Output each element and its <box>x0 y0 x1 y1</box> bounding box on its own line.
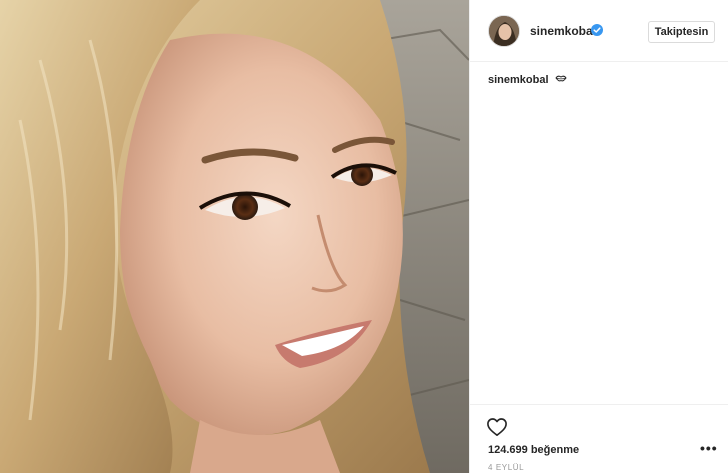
avatar-image <box>489 16 519 46</box>
post-footer: 124.699 beğenme 4 EYLÜL ••• <box>470 404 728 473</box>
username-link[interactable]: sinemkobal <box>530 24 596 38</box>
caption-username-link[interactable]: sinemkobal <box>488 74 549 86</box>
following-button[interactable]: Takiptesin <box>648 21 715 43</box>
caption: sinemkobal <box>488 74 567 86</box>
more-options-icon[interactable]: ••• <box>700 441 717 459</box>
selfie-image <box>0 0 469 473</box>
post-sidebar: sinemkobal Takiptesin sinemkobal 124.699… <box>469 0 728 473</box>
post-header: sinemkobal Takiptesin <box>470 0 728 62</box>
post-date[interactable]: 4 EYLÜL <box>488 463 524 472</box>
post-photo[interactable] <box>0 0 469 473</box>
likes-count[interactable]: 124.699 beğenme <box>488 444 579 456</box>
verified-badge-icon <box>591 24 603 36</box>
kiss-lips-icon <box>554 74 567 86</box>
heart-outline-icon[interactable] <box>486 417 508 437</box>
avatar[interactable] <box>488 15 520 47</box>
